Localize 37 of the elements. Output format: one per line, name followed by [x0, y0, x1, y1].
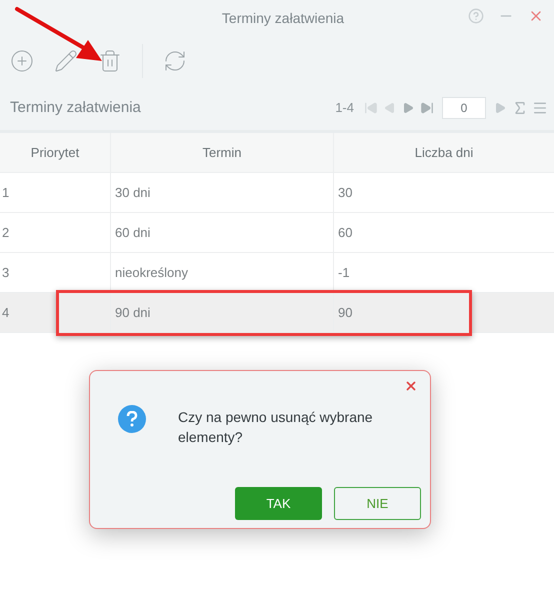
confirm-button[interactable]: TAK — [235, 487, 322, 520]
table-row[interactable]: 4 90 dni 90 — [0, 293, 554, 333]
trash-icon[interactable] — [98, 49, 122, 73]
table-cell-text: 90 — [338, 304, 352, 322]
window-title: Terminy załatwienia — [222, 8, 344, 28]
table-cell-text: 3 — [2, 264, 10, 282]
last-page-icon[interactable] — [420, 101, 434, 115]
table-row[interactable]: 3 nieokreślony -1 — [0, 253, 554, 293]
table-cell-text: 4 — [2, 304, 10, 322]
table-cell-text: nieokreślony — [115, 264, 188, 282]
menu-icon[interactable] — [532, 100, 548, 116]
column-header[interactable]: Termin — [110, 133, 333, 172]
next-page-icon[interactable] — [402, 102, 414, 114]
cancel-button[interactable]: NIE — [334, 487, 421, 520]
help-icon[interactable] — [468, 8, 484, 24]
table-cell-text: 30 — [338, 184, 352, 202]
pencil-icon[interactable] — [54, 49, 78, 73]
table-cell-text: -1 — [338, 264, 350, 282]
table-row[interactable]: 1 30 dni 30 — [0, 173, 554, 213]
table-cell-text: 60 dni — [115, 224, 150, 242]
refresh-icon[interactable] — [163, 49, 187, 73]
table-cell-text: 30 dni — [115, 184, 150, 202]
table-cell-text: 1 — [2, 184, 10, 202]
table-cell-text: 60 — [338, 224, 352, 242]
question-icon — [118, 405, 146, 433]
column-header[interactable]: Priorytet — [0, 133, 110, 172]
table-cell-text: 2 — [2, 224, 10, 242]
page-range: 1-4 — [335, 99, 354, 118]
dialog-message: Czy na pewno usunąć wybrane elementy? — [178, 408, 374, 447]
add-icon[interactable] — [10, 49, 34, 73]
table-cell-text: 90 dni — [115, 304, 150, 322]
page-input[interactable]: 0 — [442, 97, 486, 119]
column-header[interactable]: Liczba dni — [333, 133, 554, 172]
go-icon[interactable] — [494, 102, 506, 114]
table-row[interactable]: 2 60 dni 60 — [0, 213, 554, 253]
grid-title: Terminy załatwienia — [10, 98, 142, 118]
close-icon[interactable] — [404, 379, 418, 393]
